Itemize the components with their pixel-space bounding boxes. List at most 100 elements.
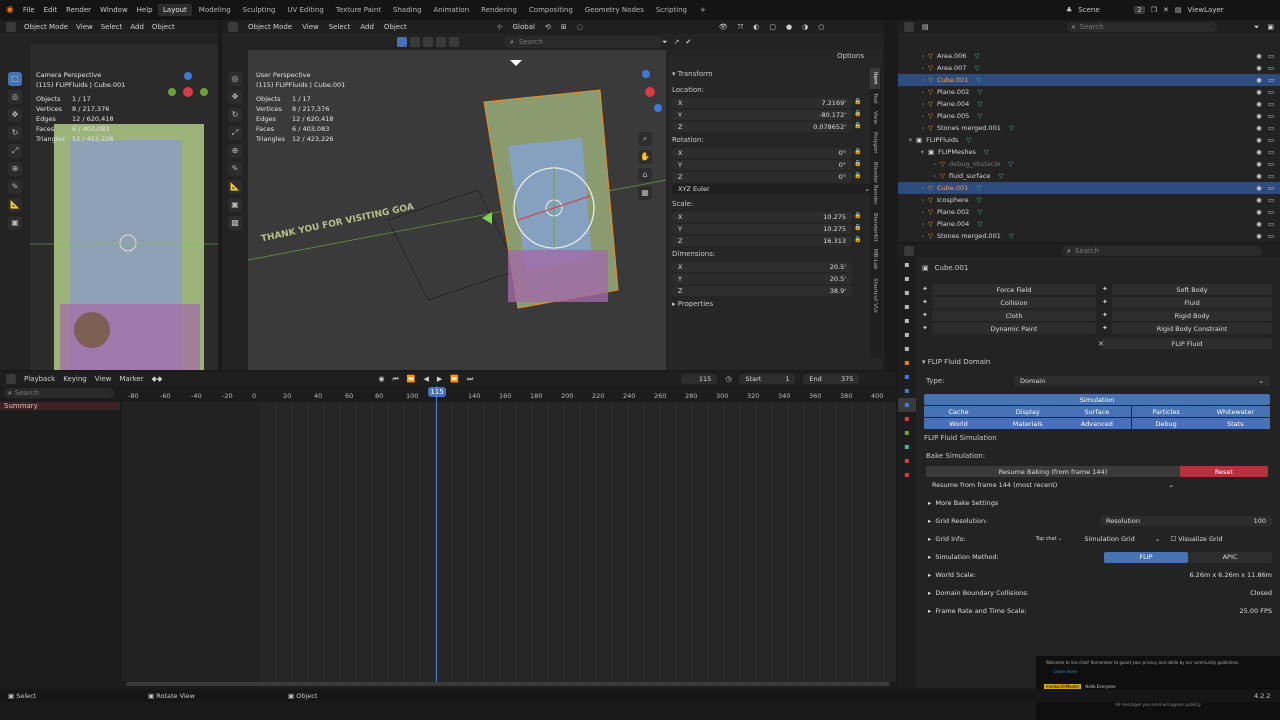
menu-window[interactable]: Window — [100, 6, 128, 14]
pivot-icon[interactable]: ⟲ — [545, 23, 551, 31]
physics-rigid-body-button[interactable]: Rigid Body — [1112, 310, 1272, 321]
jump-end-icon[interactable]: ⏭ — [467, 375, 473, 384]
domain-tab-whitewater[interactable]: Whitewater — [1200, 406, 1270, 417]
zoom-icon[interactable]: ⌕ — [638, 132, 652, 146]
add-cube-tool-icon[interactable]: ▣ — [228, 198, 242, 212]
sidebar-tab-blender-render[interactable]: Blender Render — [870, 158, 880, 209]
sidebar-tab-polygon[interactable]: Polygon — [870, 128, 880, 158]
expand-chevron-icon[interactable]: › — [904, 232, 928, 240]
cursor-tool-icon[interactable]: ◎ — [228, 72, 242, 86]
outliner-row[interactable]: › ▽ Stones merged.001 ▽ ◉ ▭ — [898, 230, 1280, 242]
transform-dimensions-z[interactable]: Z 38.9' — [672, 286, 852, 296]
sidebar-tab-item[interactable]: Item — [870, 68, 880, 89]
expand-chevron-icon[interactable]: › — [904, 76, 928, 84]
properties-tab-tool-icon[interactable]: ▪ — [898, 258, 916, 272]
camera-render-icon[interactable]: ▭ — [1268, 232, 1274, 240]
display-mode-icon[interactable]: ▤ — [922, 23, 929, 31]
properties-tab-particles-icon[interactable]: ▪ — [898, 384, 916, 398]
timeline-search[interactable]: ⌕ Search — [4, 388, 114, 398]
image-tool-icon[interactable]: ▩ — [228, 216, 242, 230]
select-subtract-icon[interactable] — [423, 37, 433, 47]
camera-render-icon[interactable]: ▭ — [1268, 160, 1274, 168]
domain-tab-materials[interactable]: Materials — [993, 418, 1063, 429]
sidebar-tab-shortcut-vur[interactable]: Shortcut VUr — [870, 274, 880, 317]
playhead-line[interactable] — [436, 386, 437, 686]
arrow-icon[interactable]: ↗ — [674, 38, 680, 46]
nav-gizmo[interactable] — [630, 70, 666, 126]
camera-render-icon[interactable]: ▭ — [1268, 112, 1274, 120]
eye-icon[interactable]: ◉ — [1256, 208, 1262, 216]
transform-scale-y[interactable]: Y 10.275 — [672, 224, 852, 234]
eye-icon[interactable]: ◉ — [1256, 184, 1262, 192]
properties-tab-scene-icon[interactable]: ▪ — [898, 314, 916, 328]
grid-info-dropdown[interactable]: Top chat ⌄ — [1036, 536, 1063, 542]
summary-channel[interactable]: Summary — [0, 402, 120, 410]
eye-icon[interactable]: ◉ — [1256, 52, 1262, 60]
annotate-tool-icon[interactable]: ✎ — [8, 180, 22, 194]
expand-chevron-icon[interactable]: › — [904, 220, 928, 228]
xray-icon[interactable]: ▢ — [769, 23, 776, 31]
left-menu-view[interactable]: View — [76, 23, 93, 31]
flip-fluid-button[interactable]: FLIP Fluid — [1102, 338, 1272, 349]
camera-render-icon[interactable]: ▭ — [1268, 208, 1274, 216]
transform-rotation-z[interactable]: Z 0° — [672, 172, 852, 182]
record-icon[interactable]: ◉ — [378, 375, 384, 383]
blender-logo-icon[interactable]: ◉ — [6, 5, 14, 15]
select-intersect-icon[interactable] — [449, 37, 459, 47]
outliner-row[interactable]: › ▽ Plane.005 ▽ ◉ ▭ — [898, 110, 1280, 122]
physics-dynamic-paint-button[interactable]: Dynamic Paint — [932, 323, 1096, 334]
check-icon[interactable]: ✔ — [685, 38, 691, 46]
expand-chevron-icon[interactable]: › — [904, 112, 928, 120]
domain-tab-debug[interactable]: Debug — [1131, 418, 1201, 429]
physics-collision-button[interactable]: Collision — [932, 297, 1096, 308]
current-frame-field[interactable]: 115 — [681, 374, 718, 384]
outliner-row[interactable]: › ▽ Cube.001 ▽ ◉ ▭ — [898, 182, 1280, 194]
camera-render-icon[interactable]: ▭ — [1268, 124, 1274, 132]
viewport-search[interactable]: ⌕ Search — [504, 36, 662, 48]
lock-icon[interactable]: 🔒 — [854, 110, 861, 117]
workspace-tab-layout[interactable]: Layout — [158, 4, 192, 16]
properties-tab-render-icon[interactable]: ▪ — [898, 272, 916, 286]
eye-icon[interactable]: ◉ — [1256, 112, 1262, 120]
editor-type-icon[interactable] — [6, 22, 16, 32]
expand-chevron-icon[interactable]: › — [904, 88, 928, 96]
measure-tool-icon[interactable]: 📐 — [8, 198, 22, 212]
add-cube-tool-icon[interactable]: ▣ — [8, 216, 22, 230]
workspace-tab-rendering[interactable]: Rendering — [476, 4, 522, 16]
properties-header[interactable]: ▸ Properties — [672, 300, 713, 308]
expand-chevron-icon[interactable]: ▾ — [904, 136, 916, 144]
properties-tab-world-icon[interactable]: ▪ — [898, 328, 916, 342]
transform-location-z[interactable]: Z 0.078652' — [672, 122, 852, 132]
camera-render-icon[interactable]: ▭ — [1268, 196, 1274, 204]
properties-tab-material-icon[interactable]: ▪ — [898, 440, 916, 454]
outliner-row[interactable]: › ▽ Stones merged.001 ▽ ◉ ▭ — [898, 122, 1280, 134]
timeline-menu-playback[interactable]: Playback — [24, 375, 55, 383]
clock-icon[interactable]: ◷ — [725, 375, 731, 383]
resume-baking-button[interactable]: Resume Baking (from frame 144) — [926, 466, 1180, 477]
select-invert-icon[interactable] — [436, 37, 446, 47]
physics-force-field-button[interactable]: Force Field — [932, 284, 1096, 295]
annotate-tool-icon[interactable]: ✎ — [228, 162, 242, 176]
transform-dimensions-y[interactable]: Y 20.5' — [672, 274, 852, 284]
left-nav-gizmo[interactable] — [158, 70, 218, 110]
main-mode-dropdown[interactable]: Object Mode — [248, 23, 292, 31]
transform-tool-icon[interactable]: ⊕ — [8, 162, 22, 176]
transform-scale-z[interactable]: Z 16.313 — [672, 236, 852, 246]
workspace-tab-texture-paint[interactable]: Texture Paint — [331, 4, 386, 16]
select-tool-icon[interactable]: ⬚ — [8, 72, 22, 86]
pan-hand-icon[interactable]: ✋ — [638, 150, 652, 164]
transform-dimensions-x[interactable]: X 20.5' — [672, 262, 852, 272]
domain-tab-cache[interactable]: Cache — [924, 406, 993, 417]
frame-rate-row[interactable]: ▸ Frame Rate and Time Scale: 25.00 FPS — [928, 602, 1272, 620]
close-icon[interactable]: ✕ — [1163, 6, 1169, 14]
outliner-row[interactable]: › ▽ Plane.002 ▽ ◉ ▭ — [898, 206, 1280, 218]
editor-type-icon[interactable] — [904, 22, 914, 32]
sidebar-tab-view[interactable]: View — [870, 107, 880, 128]
type-dropdown[interactable]: Domain ⌄ — [1014, 376, 1270, 386]
move-tool-icon[interactable]: ✥ — [228, 90, 242, 104]
properties-tab-view-layer-icon[interactable]: ▪ — [898, 300, 916, 314]
lock-icon[interactable]: 🔒 — [854, 224, 861, 231]
expand-chevron-icon[interactable]: › — [904, 64, 928, 72]
main-menu-view[interactable]: View — [302, 23, 319, 31]
physics-fluid-button[interactable]: Fluid — [1112, 297, 1272, 308]
